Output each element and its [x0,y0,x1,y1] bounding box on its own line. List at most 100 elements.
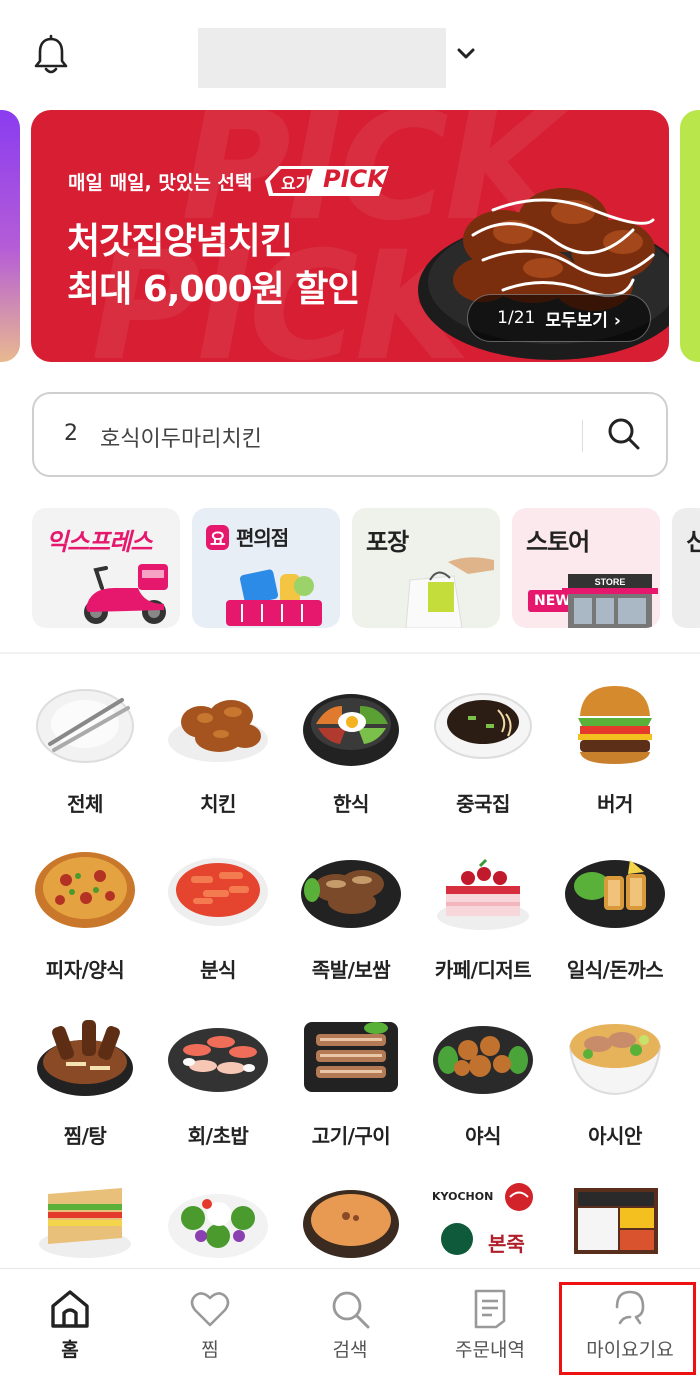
bibimbap-icon [303,694,399,766]
category-label: 야식 [465,1124,501,1148]
banner-subtitle: 매일 매일, 맛있는 선택 [68,172,253,194]
jokbal-icon [301,860,401,928]
category-korean[interactable]: 한식 [286,680,416,830]
pizza-hut-logo [505,1183,533,1211]
category-japanese[interactable]: 일식/돈까스 [550,846,680,996]
category-chicken[interactable]: 치킨 [153,680,283,830]
search-divider [582,420,583,452]
category-meat[interactable]: 고기/구이 [286,1012,416,1162]
category-late-night[interactable]: 야식 [418,1012,548,1162]
tile-partial-label: 신 [686,528,700,556]
yo-badge: 요 [206,525,229,550]
cake-icon [437,858,529,930]
jjim-icon [37,1020,133,1096]
section-divider [0,652,700,654]
category-label: 한식 [333,792,369,816]
nav-home[interactable]: 홈 [0,1269,140,1377]
tile-express-label: 익스프레스 [46,528,152,556]
banner-title-line1: 처갓집양념치킨 [67,221,293,262]
brand-bonjuk: 본죽 [488,1232,525,1256]
tonkatsu-icon [565,860,665,928]
annotation-highlight-box [559,1282,696,1375]
pho-icon [568,1024,662,1096]
trending-keyword[interactable]: 호식이두마리치킨 [100,421,262,453]
tile-express[interactable]: 익스프레스 [32,508,180,628]
brand-kyochon: KYOCHON [432,1190,494,1203]
snack-basket-icon [226,569,322,626]
category-cafe[interactable]: 카페/디저트 [418,846,548,996]
late-night-icon [433,1026,533,1094]
category-label: 아시안 [588,1124,642,1148]
sashimi-icon [168,1028,268,1092]
storefront-icon: STORE [562,574,658,628]
category-burger[interactable]: 버거 [550,680,680,830]
top-header [0,0,700,110]
category-pizza[interactable]: 피자/양식 [20,846,150,996]
nav-favorites[interactable]: 찜 [140,1269,280,1377]
nav-search[interactable]: 검색 [280,1269,420,1377]
category-label: 전체 [67,792,103,816]
category-label: 찜/탕 [63,1124,107,1148]
tile-convenience-label: 요 편의점 [206,522,289,551]
category-label: 분식 [200,958,236,982]
category-snacks[interactable]: 분식 [153,846,283,996]
banner-view-all[interactable]: 모두보기 › [545,306,620,331]
badge-yo-text: 요기 [281,174,311,193]
jjajangmyeon-icon [434,693,532,759]
category-asian[interactable]: 아시안 [550,1012,680,1162]
category-jokbal[interactable]: 족발/보쌈 [286,846,416,996]
nav-orders-label: 주문내역 [455,1339,525,1361]
nav-orders[interactable]: 주문내역 [420,1269,560,1377]
trending-rank: 2 [64,421,78,446]
tile-takeout[interactable]: 포장 [352,508,500,628]
category-label: 족발/보쌈 [311,958,391,982]
banner-counter[interactable]: 1/21 모두보기 › [467,294,651,342]
nav-favorites-label: 찜 [201,1339,219,1361]
category-label: 중국집 [456,792,510,816]
porridge-icon [303,1190,399,1258]
promo-banner[interactable]: PICK PICK 매일 매일, 맛있는 선택 요기 PICK 처갓집양념치킨 … [31,110,669,362]
category-label: 치킨 [200,792,236,816]
convenience-text: 편의점 [236,526,289,550]
category-label: 일식/돈까스 [566,958,664,982]
category-sashimi[interactable]: 회/초밥 [153,1012,283,1162]
heart-icon [190,1292,230,1327]
banner-title-line2: 최대 6,000원 할인 [67,269,361,310]
svg-text:STORE: STORE [595,577,626,587]
bell-icon[interactable] [30,34,72,76]
banner-peek-previous[interactable] [0,110,20,362]
lunchbox-icon [574,1188,658,1254]
fried-chicken-icon [168,700,268,762]
receipt-icon [474,1289,506,1329]
search-icon [332,1291,370,1329]
tile-store-label: 스토어 [526,528,590,556]
search-icon[interactable] [606,416,642,452]
badge-pick-text: PICK [323,165,386,193]
category-label: 버거 [597,792,633,816]
tile-partial[interactable]: 신 [672,508,700,628]
burger-icon [578,686,652,764]
tteokbokki-icon [168,858,268,926]
takeout-bag-icon [405,557,494,628]
plate-utensils-icon [36,689,134,763]
category-chinese[interactable]: 중국집 [418,680,548,830]
scooter-icon [84,564,168,624]
category-all[interactable]: 전체 [20,680,150,830]
banner-peek-next[interactable] [680,110,700,362]
app-screen: PICK PICK 매일 매일, 맛있는 선택 요기 PICK 처갓집양념치킨 … [0,0,700,1377]
tile-store[interactable]: 스토어 NEW STORE [512,508,660,628]
pizza-icon [35,852,135,928]
nav-search-label: 검색 [332,1339,368,1361]
tous-les-jours-logo [441,1223,473,1255]
address-selector[interactable] [198,28,446,88]
category-label: 피자/양식 [45,958,125,982]
home-icon [51,1290,89,1328]
service-tiles: 익스프레스 요 편의점 포장 스토어 NEW STORE 신 [0,508,700,630]
category-stew[interactable]: 찜/탕 [20,1012,150,1162]
nav-home-label: 홈 [61,1339,79,1361]
search-bar[interactable]: 2 호식이두마리치킨 [32,392,668,477]
banner-page-indicator: 1/21 [497,308,536,328]
chevron-down-icon[interactable] [454,42,478,66]
tile-convenience-store[interactable]: 요 편의점 [192,508,340,628]
category-label: 카페/디저트 [434,958,532,982]
